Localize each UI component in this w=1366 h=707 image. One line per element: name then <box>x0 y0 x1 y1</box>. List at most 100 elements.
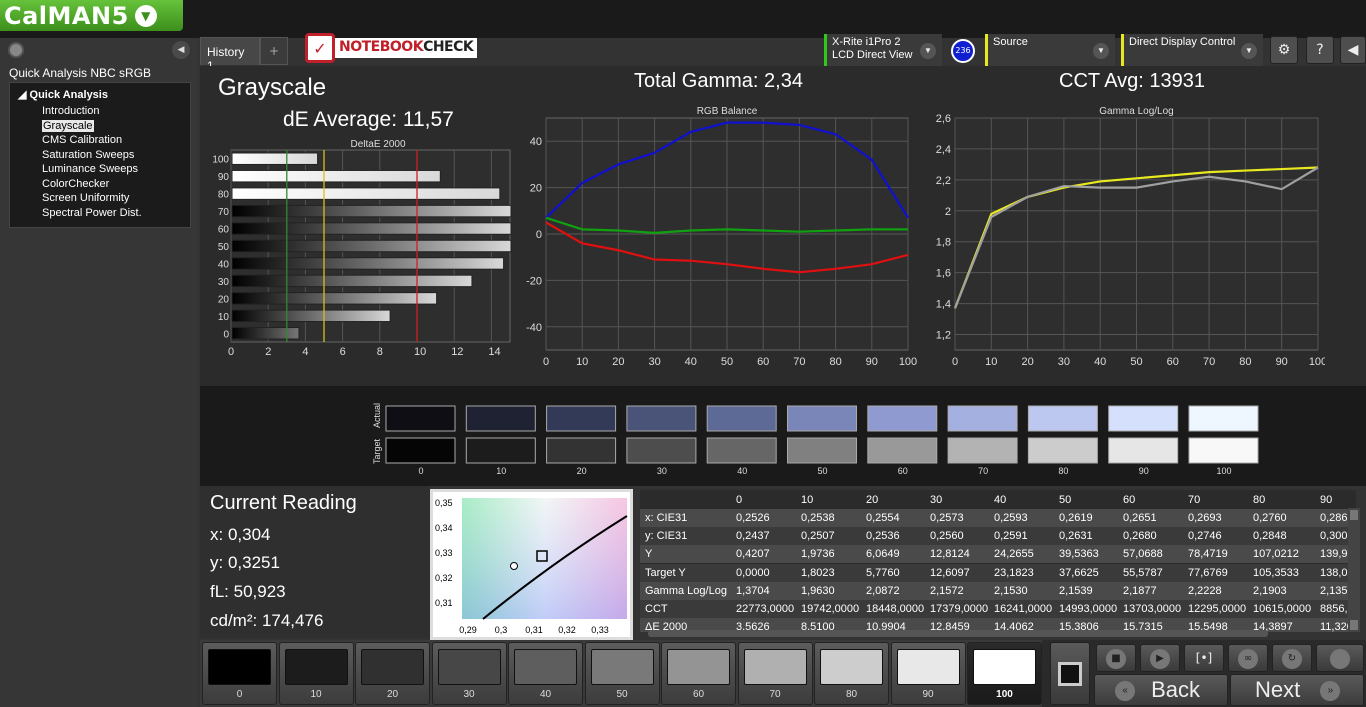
table-cell: CCT <box>645 603 668 615</box>
cie-xtick: 0,29 <box>459 625 477 635</box>
stop-button[interactable]: ■ <box>1096 644 1136 672</box>
rgb-balance-xtick: 20 <box>612 356 624 368</box>
logo-menu-chevron-icon[interactable]: ▼ <box>134 4 157 27</box>
chevron-down-icon[interactable]: ▼ <box>1241 43 1257 59</box>
patch-button-70[interactable]: 70 <box>737 642 813 705</box>
stop-square-icon <box>1058 661 1082 686</box>
table-row[interactable]: x: CIE31 0,2526 0,2538 0,2554 0,2573 0,2593 0,… <box>640 509 1356 527</box>
next-button[interactable]: Next » <box>1230 674 1364 706</box>
cie-xtick: 0,31 <box>525 625 543 635</box>
measure-button[interactable]: [•] <box>1184 644 1224 672</box>
table-cell: 24,2655 <box>994 548 1034 561</box>
deltae-bar <box>231 222 512 235</box>
table-row[interactable]: Target Y 0,0000 1,8023 5,7760 12,6097 23,1823… <box>640 563 1356 582</box>
table-cell: 12,6097 <box>930 566 970 579</box>
cie-target-plot: 0,35 0,34 0,33 0,32 0,31 0,29 0,3 0,31 0,32 0,33 <box>430 489 633 640</box>
tab-history-1[interactable]: History 1 <box>200 37 260 73</box>
gamma-ytick: 1,8 <box>936 237 951 249</box>
stop-patch-button[interactable] <box>1050 642 1090 705</box>
continuous-button[interactable]: ∞ <box>1228 644 1268 672</box>
target-swatch <box>385 437 456 464</box>
tree-item-colorchecker[interactable]: ColorChecker <box>18 177 190 192</box>
table-header[interactable]: 0 10 20 30 40 50 60 70 80 90 <box>640 491 1356 509</box>
reading-title: Current Reading <box>210 492 357 514</box>
tree-item-spectral-power-dist[interactable]: Spectral Power Dist. <box>18 206 190 221</box>
table-cell: y: CIE31 <box>645 530 688 543</box>
patch-button-50[interactable]: 50 <box>584 642 660 705</box>
table-cell: 12295,0000 <box>1188 603 1247 615</box>
chevron-down-icon[interactable]: ▼ <box>920 43 936 59</box>
display-selector[interactable]: Direct Display Control ▼ <box>1121 34 1263 66</box>
current-reading-panel: Current Reading x: 0,304 y: 0,3251 fL: 5… <box>200 486 430 638</box>
swatch-level: 100 <box>1216 466 1231 476</box>
table-scrollbar[interactable] <box>1348 508 1360 632</box>
play-button[interactable]: ▶ <box>1140 644 1180 672</box>
add-tab-button[interactable]: + <box>260 37 288 65</box>
scroll-down-icon[interactable] <box>1350 620 1358 630</box>
patch-button-30[interactable]: 30 <box>431 642 507 705</box>
tree-item-label: Saturation Sweeps <box>42 148 135 161</box>
calman-logo[interactable]: CalMAN5 ▼ <box>0 0 183 31</box>
table-cell: 0,2526 <box>736 512 770 524</box>
cct-average: CCT Avg: 13931 <box>1059 70 1206 92</box>
swatch-comparison: Actual Target 0 10 20 30 40 50 60 70 80 90 100 <box>200 386 1366 486</box>
tree-item-label: Introduction <box>42 105 100 117</box>
tree-item-introduction[interactable]: Introduction <box>18 104 190 119</box>
chevron-down-icon[interactable]: ▼ <box>1093 43 1109 59</box>
actual-label: Actual <box>372 403 382 428</box>
patch-button-20[interactable]: 20 <box>355 642 430 705</box>
infinity-icon: ∞ <box>1238 648 1258 669</box>
table-cell: x: CIE31 <box>645 512 688 524</box>
table-cell: 1,9630 <box>801 584 835 597</box>
table-row[interactable]: CCT 22773,0000 19742,0000 18448,0000 17379,0… <box>640 600 1356 618</box>
patch-button-40[interactable]: 40 <box>508 642 583 705</box>
gamma-xtick: 40 <box>1094 356 1106 368</box>
tree-item-saturation-sweeps[interactable]: Saturation Sweeps <box>18 148 190 163</box>
actual-swatch <box>465 405 536 432</box>
patch-button-0[interactable]: 0 <box>202 642 277 705</box>
tree-item-grayscale[interactable]: Grayscale <box>18 119 190 134</box>
actual-swatch <box>787 405 857 432</box>
gamma-xtick: 60 <box>1167 356 1179 368</box>
deltae-bar <box>231 204 512 218</box>
source-selector[interactable]: Source ▼ <box>985 34 1115 66</box>
gamma-xtick: 90 <box>1276 356 1288 368</box>
tree-root-quick-analysis[interactable]: ◢ Quick Analysis <box>18 88 190 101</box>
help-button[interactable]: ? <box>1306 36 1334 64</box>
patch-button-10[interactable]: 10 <box>278 642 354 705</box>
table-row[interactable]: Y 0,4207 1,9736 6,0649 12,8124 24,2655 39,5363… <box>640 545 1356 564</box>
record-icon[interactable] <box>8 42 24 58</box>
gamma-xtick: 80 <box>1239 356 1251 368</box>
collapse-right-button[interactable]: ◀ <box>1340 36 1366 64</box>
patch-button-90[interactable]: 90 <box>890 642 966 705</box>
table-row[interactable]: Gamma Log/Log 1,3704 1,9630 2,0872 2,1572 2,1… <box>640 581 1356 600</box>
settings-button[interactable]: ⚙ <box>1270 36 1298 64</box>
meter-selector[interactable]: X-Rite i1Pro 2 LCD Direct View ▼ <box>824 34 942 66</box>
back-button[interactable]: « Back <box>1094 674 1228 706</box>
measured-point <box>510 562 518 570</box>
refresh-button[interactable]: ↻ <box>1272 644 1312 672</box>
actual-swatch <box>385 405 456 432</box>
target-swatch <box>465 437 536 464</box>
deltae-ytick: 90 <box>218 172 230 183</box>
tree-item-luminance-sweeps[interactable]: Luminance Sweeps <box>18 162 190 177</box>
collapse-left-icon[interactable]: ◀ <box>172 41 190 59</box>
deltae-bar <box>231 327 300 340</box>
patch-button-100[interactable]: 100 <box>967 642 1042 705</box>
swatch-level: 20 <box>577 466 587 476</box>
table-hscrollbar[interactable] <box>648 630 1268 637</box>
tree-item-cms-calibration[interactable]: CMS Calibration <box>18 133 190 148</box>
patch-swatch <box>284 649 348 685</box>
scroll-up-icon[interactable] <box>1350 510 1358 520</box>
rgb-balance-xtick: 30 <box>648 356 660 368</box>
tree-item-screen-uniformity[interactable]: Screen Uniformity <box>18 191 190 206</box>
patch-button-60[interactable]: 60 <box>661 642 736 705</box>
table-cell: 0,2746 <box>1188 530 1222 543</box>
patch-swatch <box>514 649 577 685</box>
meter-badge[interactable]: 236 <box>951 39 975 63</box>
record-button[interactable] <box>1316 644 1364 672</box>
patch-button-80[interactable]: 80 <box>814 642 889 705</box>
tree-root-label: Quick Analysis <box>29 89 108 101</box>
table-row[interactable]: y: CIE31 0,2437 0,2507 0,2536 0,2560 0,2591 0,… <box>640 527 1356 546</box>
table-cell: 0,2538 <box>801 512 835 524</box>
